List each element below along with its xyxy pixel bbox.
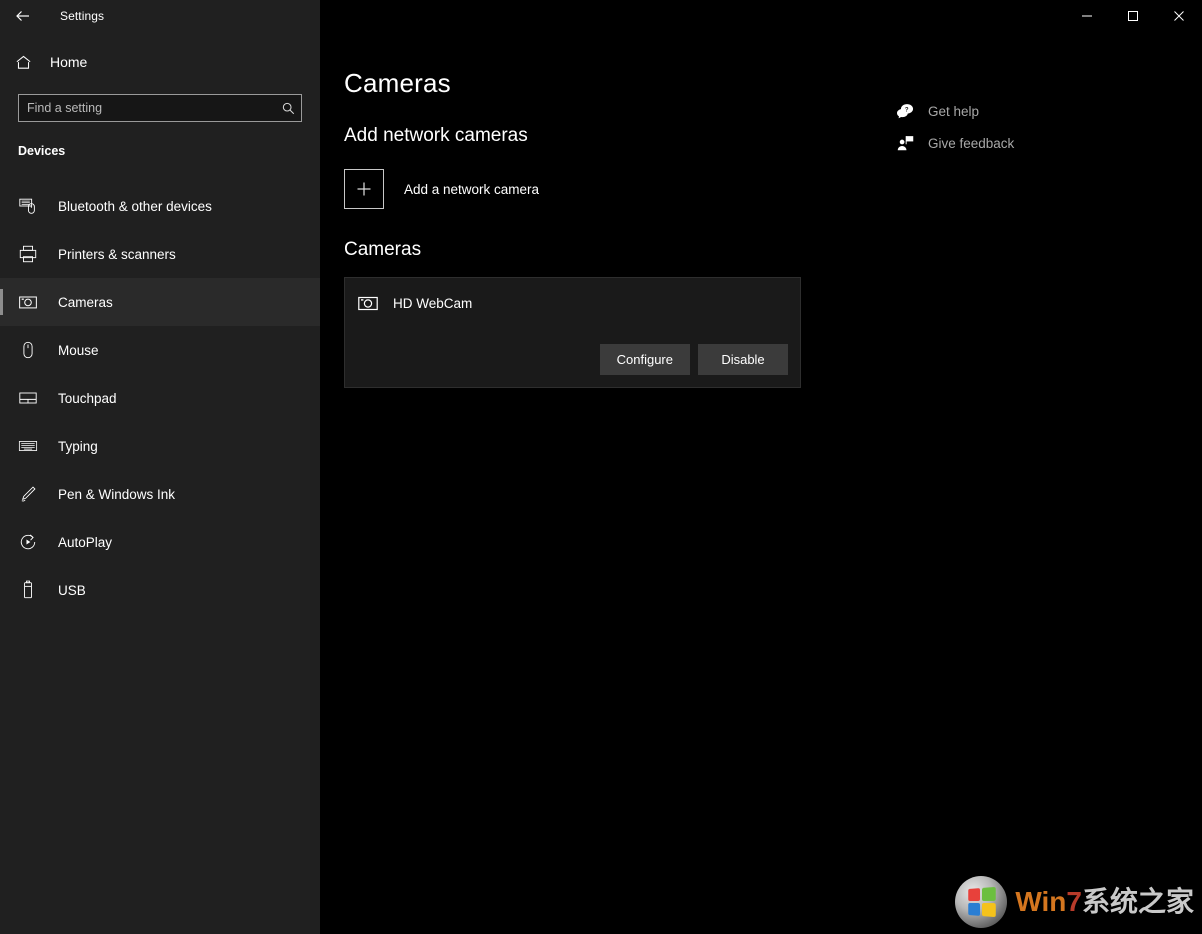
app-title: Settings <box>60 9 104 23</box>
sidebar-item-pen-windows-ink[interactable]: Pen & Windows Ink <box>0 470 320 518</box>
printer-icon <box>18 244 48 264</box>
sidebar-item-label: Cameras <box>58 295 113 310</box>
sidebar-item-usb[interactable]: USB <box>0 566 320 614</box>
give-feedback-label: Give feedback <box>928 136 1014 151</box>
autoplay-icon <box>18 532 48 552</box>
camera-icon <box>18 292 48 312</box>
help-rail: ? Get help Give feedback <box>892 96 1072 160</box>
camera-icon-glyph <box>357 292 379 314</box>
camera-card[interactable]: HD WebCam Configure Disable <box>344 277 801 388</box>
give-feedback-link[interactable]: Give feedback <box>892 128 1072 158</box>
keyboard-icon <box>18 436 48 456</box>
pen-icon <box>18 484 48 504</box>
sidebar-home-label: Home <box>50 54 87 70</box>
sidebar-item-label: Bluetooth & other devices <box>58 199 212 214</box>
close-button[interactable] <box>1156 0 1202 32</box>
mouse-icon-glyph <box>18 340 38 360</box>
camera-card-actions: Configure Disable <box>357 344 788 375</box>
sidebar-item-bluetooth-other-devices[interactable]: Bluetooth & other devices <box>0 182 320 230</box>
touchpad-icon <box>18 388 48 408</box>
sidebar-item-cameras[interactable]: Cameras <box>0 278 320 326</box>
search-wrapper <box>0 94 320 122</box>
sidebar-nav-list: Bluetooth & other devices Printers & sca… <box>0 182 320 614</box>
sidebar-item-home[interactable]: Home <box>0 42 320 82</box>
sidebar-item-mouse[interactable]: Mouse <box>0 326 320 374</box>
flag-quadrant-blue <box>969 903 981 916</box>
get-help-link[interactable]: ? Get help <box>892 96 1072 126</box>
printer-icon-glyph <box>18 244 38 264</box>
bluetooth-devices-icon-glyph <box>18 196 38 216</box>
sidebar: Home Devices <box>0 32 320 934</box>
get-help-icon: ? <box>892 103 918 120</box>
flag-quadrant-green <box>982 887 996 901</box>
sidebar-item-typing[interactable]: Typing <box>0 422 320 470</box>
sidebar-item-label: Pen & Windows Ink <box>58 487 175 502</box>
back-arrow-icon <box>14 7 32 25</box>
get-help-label: Get help <box>928 104 979 119</box>
mouse-icon <box>18 340 48 360</box>
touchpad-icon-glyph <box>18 388 38 408</box>
body: Home Devices <box>0 32 1202 934</box>
add-network-camera-label: Add a network camera <box>404 182 539 197</box>
sidebar-item-label: Typing <box>58 439 98 454</box>
camera-name: HD WebCam <box>393 296 472 311</box>
sidebar-item-label: Printers & scanners <box>58 247 176 262</box>
keyboard-icon-glyph <box>18 436 38 456</box>
watermark-text: Win7系统之家 <box>1015 888 1194 916</box>
maximize-icon <box>1127 10 1139 22</box>
cameras-heading: Cameras <box>344 239 1202 261</box>
give-feedback-icon-glyph <box>896 135 915 152</box>
minimize-button[interactable] <box>1064 0 1110 32</box>
close-icon <box>1173 10 1185 22</box>
plus-icon <box>354 179 374 199</box>
camera-card-header: HD WebCam <box>357 292 788 314</box>
sidebar-item-autoplay[interactable]: AutoPlay <box>0 518 320 566</box>
back-button[interactable] <box>0 0 46 32</box>
add-network-cameras-heading: Add network cameras <box>344 125 1202 147</box>
get-help-icon-glyph: ? <box>896 103 915 120</box>
flag-quadrant-red <box>969 888 981 901</box>
sidebar-item-label: USB <box>58 583 86 598</box>
title-bar: Settings <box>0 0 1202 32</box>
add-network-camera-row: Add a network camera <box>344 169 1202 209</box>
watermark-text-part1: Win <box>1015 886 1066 917</box>
watermark-text-part2: 7 <box>1066 886 1082 917</box>
configure-button[interactable]: Configure <box>600 344 690 375</box>
sidebar-group-title: Devices <box>0 122 320 168</box>
autoplay-icon-glyph <box>18 532 38 552</box>
windows-flag-glyph <box>969 887 997 917</box>
watermark: Win7系统之家 <box>955 876 1194 928</box>
sidebar-item-printers-scanners[interactable]: Printers & scanners <box>0 230 320 278</box>
give-feedback-icon <box>892 135 918 152</box>
add-network-camera-button[interactable] <box>344 169 384 209</box>
flag-quadrant-yellow <box>982 903 996 917</box>
usb-icon-glyph <box>18 580 38 600</box>
search-icon-glyph <box>281 101 296 116</box>
disable-button[interactable]: Disable <box>698 344 788 375</box>
bluetooth-devices-icon <box>18 196 48 216</box>
camera-icon-glyph <box>18 292 38 312</box>
page-title: Cameras <box>344 68 1202 99</box>
sidebar-item-touchpad[interactable]: Touchpad <box>0 374 320 422</box>
pen-icon-glyph <box>18 484 38 504</box>
search-icon[interactable] <box>275 101 301 116</box>
sidebar-item-label: Mouse <box>58 343 99 358</box>
windows-orb-icon <box>955 876 1007 928</box>
title-bar-left: Settings <box>0 0 320 32</box>
title-bar-right <box>320 0 1202 32</box>
search-input[interactable] <box>19 95 275 121</box>
svg-text:?: ? <box>904 107 908 113</box>
home-icon-glyph <box>14 53 33 72</box>
camera-icon <box>357 292 379 314</box>
sidebar-item-label: Touchpad <box>58 391 117 406</box>
watermark-text-part3: 系统之家 <box>1082 886 1194 917</box>
settings-window: Settings <box>0 0 1202 934</box>
sidebar-item-label: AutoPlay <box>58 535 112 550</box>
maximize-button[interactable] <box>1110 0 1156 32</box>
main-content: Cameras Add network cameras Add a networ… <box>320 32 1202 934</box>
minimize-icon <box>1081 10 1093 22</box>
usb-icon <box>18 580 48 600</box>
search-box[interactable] <box>18 94 302 122</box>
home-icon <box>14 53 48 72</box>
